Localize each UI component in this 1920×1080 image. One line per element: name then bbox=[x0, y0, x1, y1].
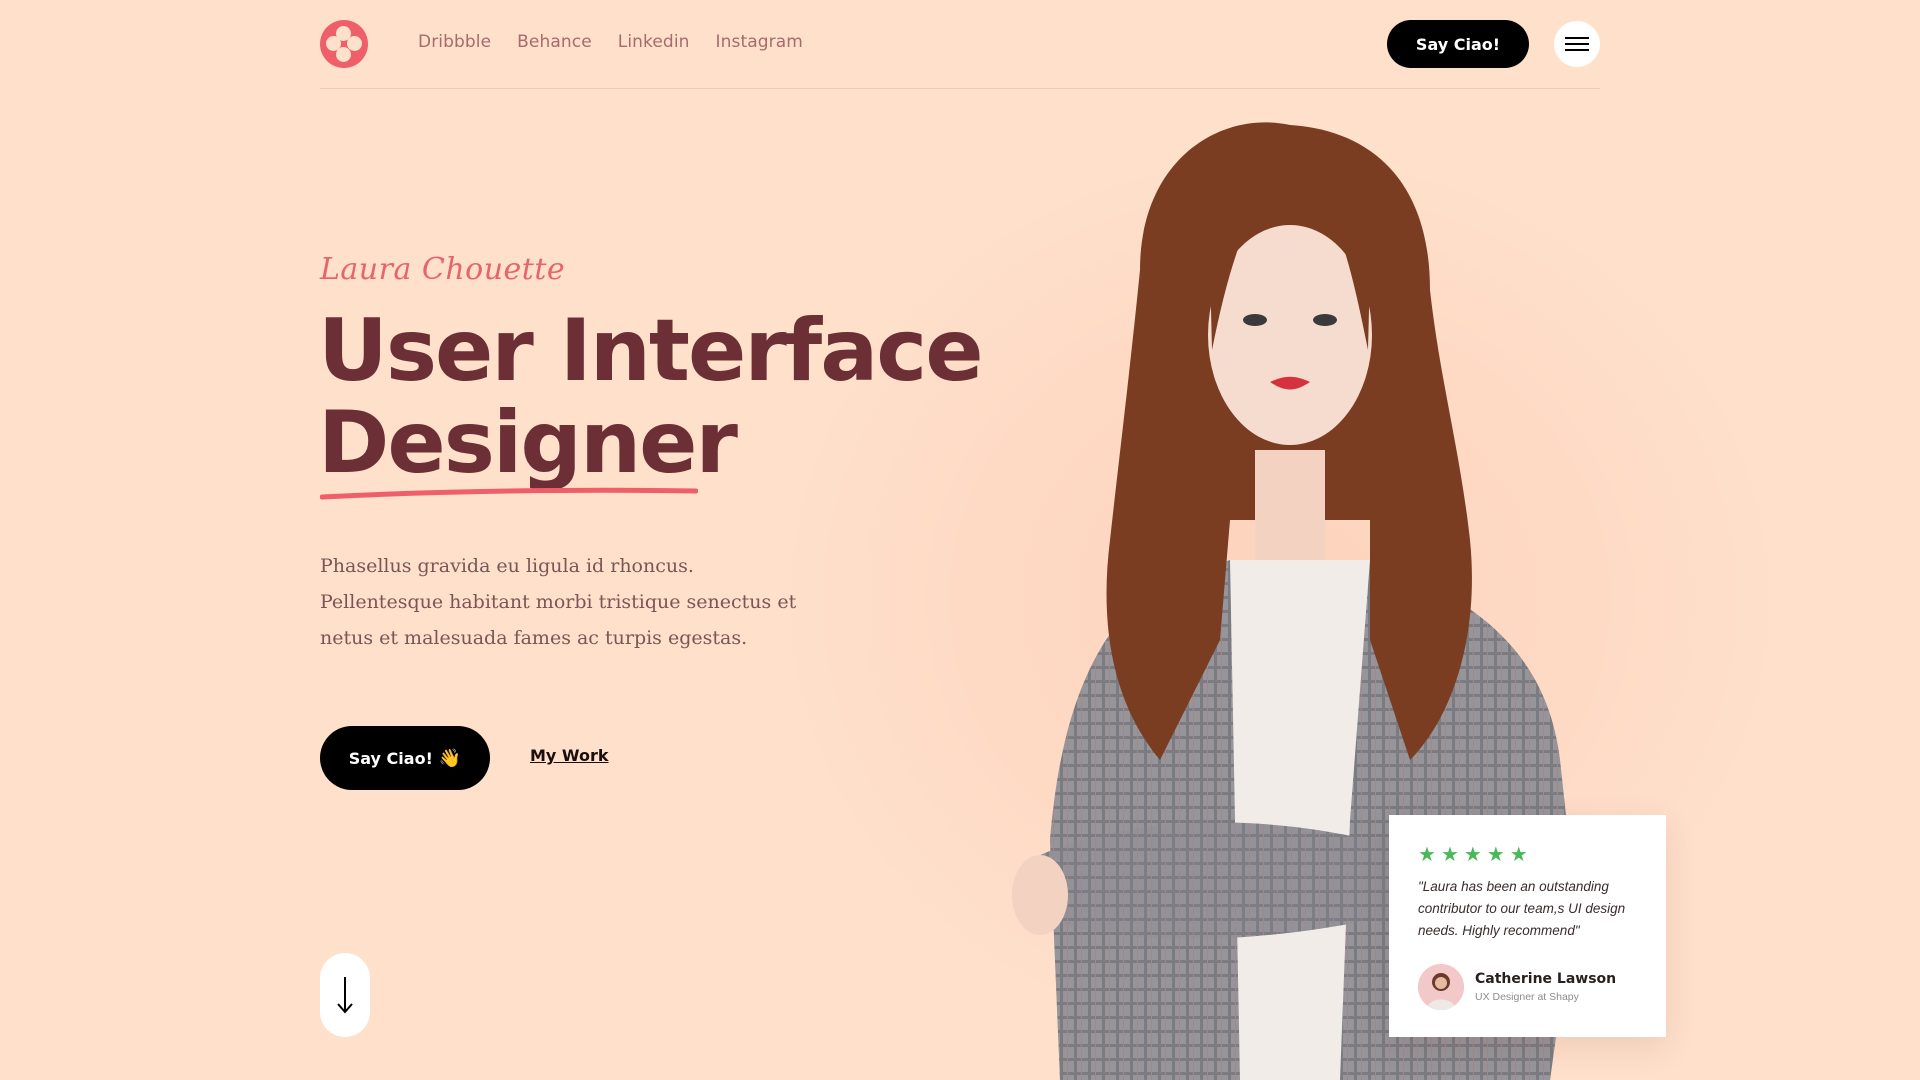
nav-link-dribbble[interactable]: Dribbble bbox=[418, 32, 491, 52]
arrow-down-icon bbox=[337, 977, 353, 1014]
say-ciao-header-button[interactable]: Say Ciao! bbox=[1387, 20, 1529, 68]
scroll-down-button[interactable] bbox=[320, 953, 370, 1037]
star-icon: ★ bbox=[1440, 844, 1459, 866]
reviewer-avatar bbox=[1418, 964, 1464, 1010]
star-icon: ★ bbox=[1486, 844, 1505, 866]
star-icon: ★ bbox=[1509, 844, 1528, 866]
say-ciao-label: Say Ciao! bbox=[348, 748, 433, 768]
star-rating: ★ ★ ★ ★ ★ bbox=[1418, 842, 1528, 867]
logo-icon[interactable] bbox=[320, 20, 368, 68]
reviewer-role: UX Designer at Shapy bbox=[1475, 991, 1579, 1003]
main-nav: Dribbble Behance Linkedin Instagram bbox=[418, 32, 803, 52]
hero-description: Phasellus gravida eu ligula id rhoncus. … bbox=[320, 555, 797, 649]
title-underline bbox=[320, 487, 698, 500]
nav-link-instagram[interactable]: Instagram bbox=[716, 32, 803, 52]
site-header: Dribbble Behance Linkedin Instagram Say … bbox=[320, 0, 1600, 89]
nav-link-behance[interactable]: Behance bbox=[517, 32, 592, 52]
nav-link-linkedin[interactable]: Linkedin bbox=[618, 32, 690, 52]
testimonial-quote: "Laura has been an outstanding contribut… bbox=[1418, 879, 1626, 938]
my-work-link[interactable]: My Work bbox=[530, 746, 609, 765]
hamburger-menu-icon bbox=[1565, 37, 1589, 51]
star-icon: ★ bbox=[1418, 844, 1436, 866]
menu-button[interactable] bbox=[1554, 21, 1600, 67]
reviewer-name: Catherine Lawson bbox=[1475, 971, 1617, 987]
title-line-1: User Interface bbox=[318, 301, 984, 401]
title-line-2-text: Designer bbox=[318, 393, 738, 493]
say-ciao-button[interactable]: Say Ciao! 👋 bbox=[320, 726, 490, 790]
designer-name: Laura Chouette bbox=[320, 252, 566, 287]
testimonial-card: ★ ★ ★ ★ ★ "Laura has been an outstanding… bbox=[1389, 815, 1666, 1037]
title-line-2: Designer bbox=[318, 397, 738, 500]
star-icon: ★ bbox=[1463, 844, 1482, 866]
page-title: User Interface Designer bbox=[318, 305, 984, 500]
waving-hand-icon: 👋 bbox=[438, 747, 462, 769]
